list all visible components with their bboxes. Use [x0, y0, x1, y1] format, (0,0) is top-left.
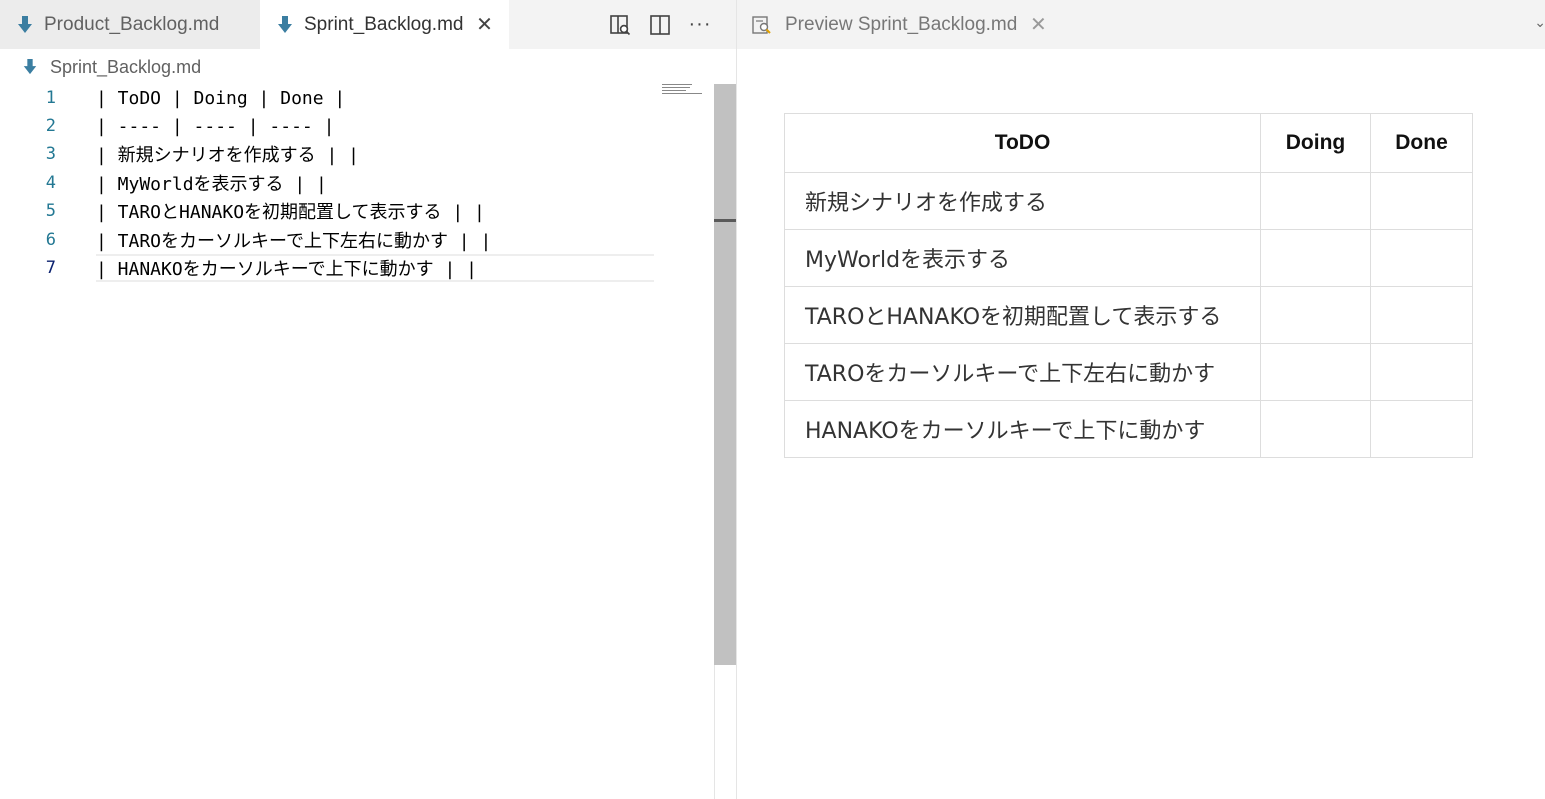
preview-icon	[752, 15, 771, 34]
line-text: | ToDO | Doing | Done |	[96, 87, 346, 109]
table-header-cell: Done	[1370, 113, 1473, 173]
editor-line-current[interactable]: | HANAKOをカーソルキーで上下に動かす | |	[96, 254, 654, 282]
line-text: | MyWorldを表示する | |	[96, 174, 327, 195]
table-cell	[1260, 400, 1371, 458]
more-actions-icon: ···	[688, 13, 712, 35]
editor-line[interactable]: 6 | TAROをカーソルキーで上下左右に動かす | |	[0, 226, 654, 254]
table-cell: TAROとHANAKOを初期配置して表示する	[784, 286, 1261, 344]
markdown-file-icon	[23, 59, 37, 75]
table-row: TAROとHANAKOを初期配置して表示する	[784, 286, 1473, 344]
line-number: 3	[45, 144, 56, 164]
tab-sprint-backlog[interactable]: Sprint_Backlog.md ✕	[260, 0, 509, 49]
table-cell	[1260, 172, 1371, 230]
editor-line[interactable]: 3 | 新規シナリオを作成する | |	[0, 140, 654, 168]
table-cell: 新規シナリオを作成する	[784, 172, 1261, 230]
tab-label: Sprint_Backlog.md	[304, 13, 464, 35]
table-cell	[1370, 286, 1473, 344]
table-header-row: ToDO Doing Done	[784, 113, 1473, 173]
table-row: HANAKOをカーソルキーで上下に動かす	[784, 400, 1473, 458]
markdown-preview: ToDO Doing Done 新規シナリオを作成する MyWorldを表示する	[784, 113, 1473, 458]
line-number: 4	[45, 173, 56, 193]
code-editor[interactable]: 1 | ToDO | Doing | Done | 2 | ---- | ---…	[0, 84, 714, 799]
preview-table: ToDO Doing Done 新規シナリオを作成する MyWorldを表示する	[784, 113, 1473, 458]
split-editor-icon	[650, 14, 670, 35]
table-row: MyWorldを表示する	[784, 229, 1473, 287]
tab-product-backlog[interactable]: Product_Backlog.md	[0, 0, 260, 49]
table-row: 新規シナリオを作成する	[784, 172, 1473, 230]
line-number: 5	[45, 201, 56, 221]
tab-label: Product_Backlog.md	[44, 13, 220, 35]
editor-line[interactable]: 5 | TAROとHANAKOを初期配置して表示する | |	[0, 197, 654, 225]
preview-tabbar: Preview Sprint_Backlog.md ✕ ⌄	[737, 0, 1545, 49]
table-cell	[1370, 172, 1473, 230]
markdown-file-icon	[278, 15, 292, 33]
split-editor-button[interactable]	[645, 10, 675, 40]
line-text: | HANAKOをカーソルキーで上下に動かす | |	[96, 259, 477, 280]
table-cell	[1370, 343, 1473, 401]
line-text: | TAROをカーソルキーで上下左右に動かす | |	[96, 231, 492, 252]
breadcrumb[interactable]: Sprint_Backlog.md	[22, 53, 201, 81]
open-preview-to-side-icon	[610, 14, 631, 35]
editor-tabbar: Product_Backlog.md Sprint_Backlog.md ✕ ·…	[0, 0, 736, 49]
tab-preview-sprint-backlog[interactable]: Preview Sprint_Backlog.md ✕	[737, 0, 1056, 49]
table-cell: HANAKOをカーソルキーで上下に動かす	[784, 400, 1261, 458]
editor-line[interactable]: 4 | MyWorldを表示する | |	[0, 169, 654, 197]
line-text: | 新規シナリオを作成する | |	[96, 145, 360, 166]
minimap[interactable]	[662, 84, 704, 98]
line-number: 7	[45, 258, 56, 278]
table-cell: MyWorldを表示する	[784, 229, 1261, 287]
table-cell	[1260, 229, 1371, 287]
chevron-down-icon[interactable]: ⌄	[1534, 14, 1545, 31]
markdown-file-icon	[18, 15, 32, 33]
table-row: TAROをカーソルキーで上下左右に動かす	[784, 343, 1473, 401]
close-icon[interactable]: ✕	[475, 14, 493, 36]
editor-group-left: Product_Backlog.md Sprint_Backlog.md ✕ ·…	[0, 0, 736, 799]
table-cell	[1370, 400, 1473, 458]
vertical-scrollbar-thumb[interactable]	[714, 84, 736, 665]
open-preview-to-side-button[interactable]	[605, 10, 635, 40]
table-cell	[1370, 229, 1473, 287]
close-icon[interactable]: ✕	[1029, 14, 1047, 36]
tab-label: Preview Sprint_Backlog.md	[785, 13, 1018, 35]
table-header-cell: ToDO	[784, 113, 1261, 173]
table-cell: TAROをカーソルキーで上下左右に動かす	[784, 343, 1261, 401]
line-text: | TAROとHANAKOを初期配置して表示する | |	[96, 202, 485, 223]
line-number: 6	[45, 230, 56, 250]
table-header-cell: Doing	[1260, 113, 1371, 173]
table-cell	[1260, 343, 1371, 401]
more-actions-button[interactable]: ···	[685, 10, 715, 40]
editor-actions: ···	[605, 0, 715, 49]
editor-line[interactable]: 2 | ---- | ---- | ---- |	[0, 112, 654, 140]
line-text: | ---- | ---- | ---- |	[96, 115, 335, 137]
line-number: 1	[45, 88, 56, 108]
breadcrumb-label: Sprint_Backlog.md	[50, 56, 202, 77]
editor-group-right: Preview Sprint_Backlog.md ✕ ⌄ ToDO Doing…	[736, 0, 1545, 799]
cursor-position-marker	[714, 219, 736, 222]
editor-line[interactable]: 1 | ToDO | Doing | Done |	[0, 84, 654, 112]
line-number: 2	[45, 116, 56, 136]
table-cell	[1260, 286, 1371, 344]
